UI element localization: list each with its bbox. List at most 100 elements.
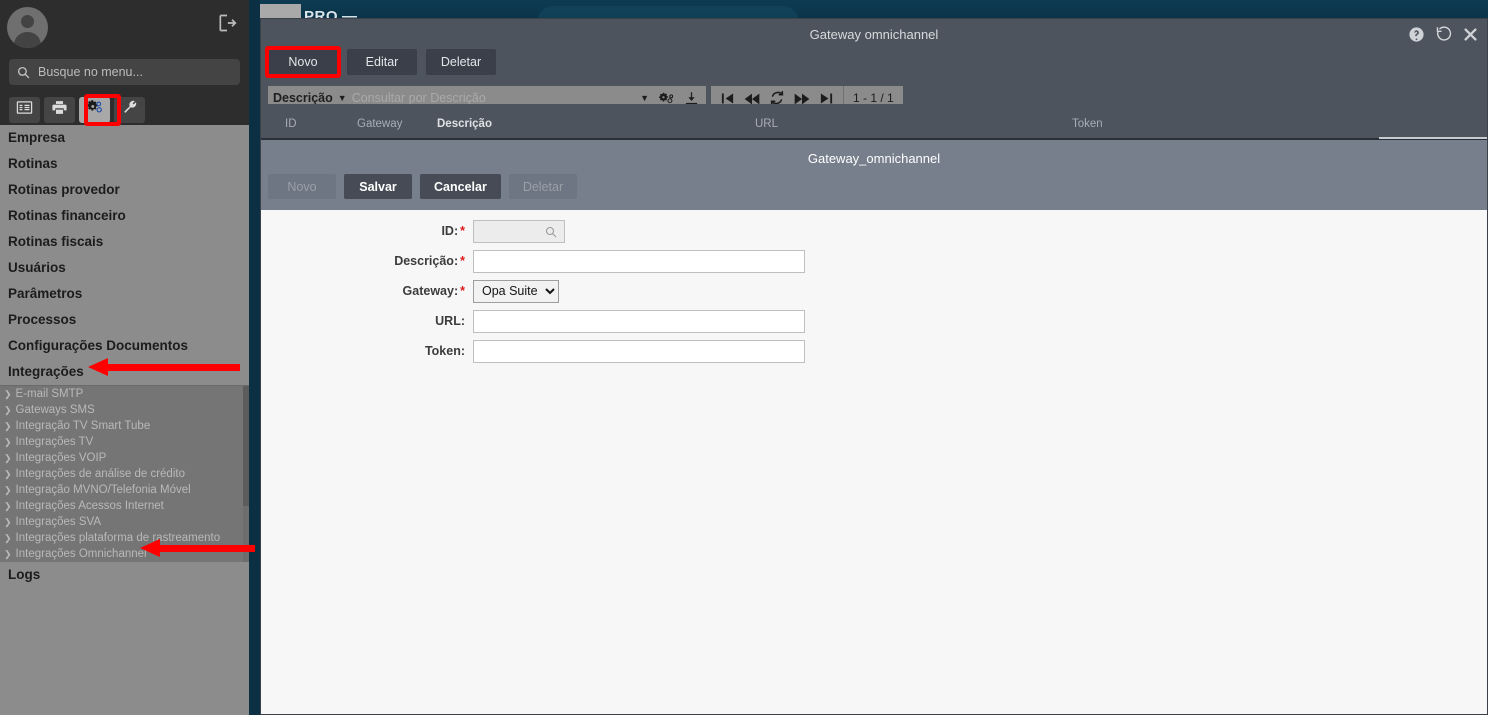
id-field[interactable] [473,219,565,243]
descricao-field[interactable] [473,249,805,273]
sidebar-subitem-integracoes-tv[interactable]: ❯ Integrações TV [0,434,249,450]
sidebar-subitem-label: Integrações TV [15,436,94,448]
search-input[interactable]: Busque no menu... [38,65,143,79]
sidebar-item-usuarios[interactable]: Usuários [0,255,249,281]
sidebar-subitem-integracoes-omnichannel[interactable]: ❯ Integrações Omnichannel [0,546,249,562]
column-header-url[interactable]: URL [755,118,778,130]
filter-field-label[interactable]: Descrição [273,91,333,105]
sidebar-item-parametros[interactable]: Parâmetros [0,281,249,307]
help-icon[interactable] [1408,26,1425,43]
gateway-label: Gateway: * [261,284,473,298]
sidebar-item-integracoes[interactable]: Integrações [0,359,249,385]
lookup-search-icon[interactable] [545,225,557,238]
deletar-button[interactable]: Deletar [426,49,496,75]
token-field[interactable] [473,339,805,363]
chevron-right-icon: ❯ [4,517,12,527]
sidebar-tabs [9,97,145,123]
chevron-right-icon: ❯ [4,501,12,511]
filter-caret-icon[interactable]: ▼ [640,93,649,103]
sidebar-subitem-email-smtp[interactable]: ❯ E-mail SMTP [0,386,249,402]
sidebar-submenu: ❯ E-mail SMTP ❯ Gateways SMS ❯ Integração T… [0,385,249,562]
results-grid-header: ID Gateway Descrição URL Token [261,104,1487,140]
chevron-right-icon: ❯ [4,469,12,479]
required-marker: * [460,254,465,268]
sidebar-subitem-label: Integração TV Smart Tube [15,420,151,432]
sidebar-tab-list[interactable] [9,97,40,123]
form-row-id: ID: * [261,216,565,246]
sidebar-subitem-integracoes-analise-credito[interactable]: ❯ Integrações de análise de crédito [0,466,249,482]
gears-icon [86,99,103,121]
sidebar-right-edge [249,0,260,715]
sidebar-tab-settings[interactable] [79,97,110,123]
sidebar-subitem-integracao-tv-smart-tube[interactable]: ❯ Integração TV Smart Tube [0,418,249,434]
sidebar-tab-tools[interactable] [114,97,145,123]
dialog-controls [1408,26,1479,43]
editar-button[interactable]: Editar [347,49,417,75]
sidebar-item-rotinas-provedor[interactable]: Rotinas provedor [0,177,249,203]
sidebar-item-empresa[interactable]: Empresa [0,125,249,151]
detail-new-button[interactable]: Novo [268,174,336,199]
token-label: Token: [424,344,465,358]
sidebar-search[interactable]: Busque no menu... [9,59,240,85]
sidebar-subitem-integracoes-voip[interactable]: ❯ Integrações VOIP [0,450,249,466]
sidebar-item-rotinas-fiscais[interactable]: Rotinas fiscais [0,229,249,255]
detail-form: ID:* Descrição:* Gateway:* Opa Suite [261,210,1487,714]
dialog-toolbar: Novo Editar Deletar [268,49,496,75]
sidebar-subitem-label: Integrações plataforma de rastreamento [15,532,221,544]
sidebar-item-rotinas[interactable]: Rotinas [0,151,249,177]
sidebar-subitem-label: Integração MVNO/Telefonia Móvel [15,484,191,496]
gateway-select[interactable]: Opa Suite [473,279,559,303]
sidebar-item-processos[interactable]: Processos [0,307,249,333]
grid-horizontal-scrollbar[interactable] [1379,137,1487,139]
wrench-icon [121,99,138,121]
sidebar-subitem-integracoes-acessos-internet[interactable]: ❯ Integrações Acessos Internet [0,498,249,514]
chevron-right-icon: ❯ [4,437,12,447]
sidebar-item-logs[interactable]: Logs [0,562,249,588]
chevron-right-icon: ❯ [4,533,12,543]
sidebar-tab-print[interactable] [44,97,75,123]
sidebar-subitem-integracoes-sva[interactable]: ❯ Integrações SVA [0,514,249,530]
novo-button[interactable]: Novo [268,49,338,75]
column-header-id[interactable]: ID [285,118,297,130]
chevron-down-icon[interactable]: ▼ [338,93,347,103]
id-label-text: ID: [441,224,459,238]
detail-save-button[interactable]: Salvar [344,174,412,199]
form-row-gateway: Gateway: * Opa Suite [261,276,559,306]
sidebar-subitem-integracao-mvno[interactable]: ❯ Integração MVNO/Telefonia Móvel [0,482,249,498]
column-header-token[interactable]: Token [1072,118,1103,130]
avatar[interactable] [7,7,48,48]
search-icon [17,66,30,79]
sidebar-subitem-label: Gateways SMS [15,404,95,416]
detail-delete-button[interactable]: Deletar [508,174,578,199]
avatar-body [14,32,41,48]
required-marker: * [460,224,465,238]
descricao-label: Descrição: * [261,254,473,268]
gateway-omnichannel-dialog: Gateway omnichannel Novo Editar Deletar … [260,18,1488,715]
detail-title: Gateway_omnichannel [807,151,941,166]
sidebar-item-configuracoes-documentos[interactable]: Configurações Documentos [0,333,249,359]
chevron-right-icon: ❯ [4,485,12,495]
detail-cancel-button[interactable]: Cancelar [420,174,501,199]
logout-icon[interactable] [217,13,237,33]
chevron-right-icon: ❯ [4,549,12,559]
sidebar-subitem-label: Integrações SVA [15,516,101,528]
column-header-gateway[interactable]: Gateway [357,118,402,130]
id-label: ID: * [261,224,473,238]
form-row-descricao: Descrição: * [261,246,805,276]
required-marker: * [460,284,465,298]
sidebar-item-rotinas-financeiro[interactable]: Rotinas financeiro [0,203,249,229]
chevron-right-icon: ❯ [4,421,12,431]
detail-toolbar: Novo Salvar Cancelar Deletar [268,174,578,199]
printer-icon [51,99,68,121]
close-icon[interactable] [1462,26,1479,43]
form-row-url: URL: [261,306,805,336]
sidebar-subitem-integracoes-rastreamento[interactable]: ❯ Integrações plataforma de rastreamento [0,530,249,546]
sidebar-header: Busque no menu... [0,0,249,125]
filter-search-input[interactable]: Consultar por Descrição [352,91,486,105]
chevron-right-icon: ❯ [4,389,12,399]
history-icon[interactable] [1435,26,1452,43]
sidebar-subitem-label: Integrações de análise de crédito [15,468,185,480]
column-header-descricao[interactable]: Descrição [437,118,492,130]
sidebar-subitem-gateways-sms[interactable]: ❯ Gateways SMS [0,402,249,418]
url-field[interactable] [473,309,805,333]
